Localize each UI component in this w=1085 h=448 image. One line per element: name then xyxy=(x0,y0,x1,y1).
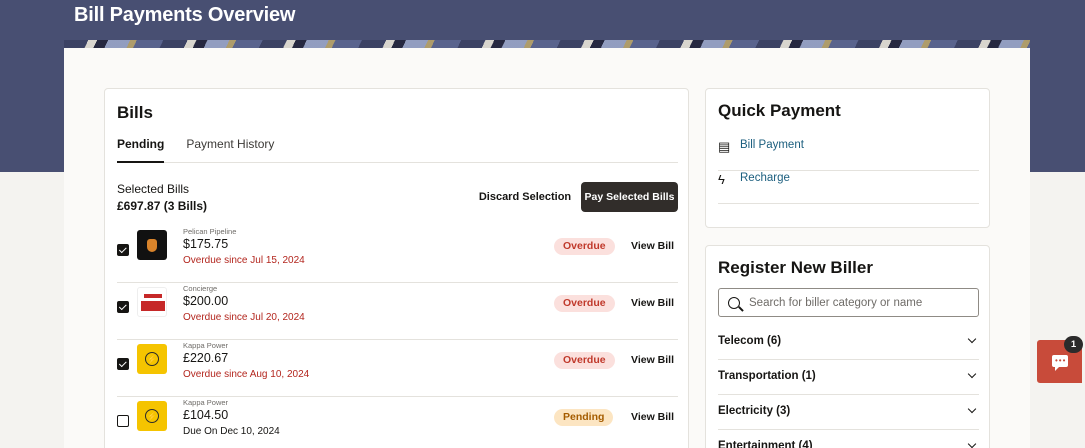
bill-due-text: Overdue since Jul 15, 2024 xyxy=(183,255,305,266)
quick-payment-label: Recharge xyxy=(740,172,790,184)
bills-title: Bills xyxy=(117,103,153,122)
status-badge: Overdue xyxy=(554,295,615,312)
chevron-down-icon xyxy=(967,404,977,414)
category-telecom[interactable]: Telecom (6) xyxy=(718,325,979,360)
chevron-down-icon xyxy=(967,369,977,379)
view-bill-link[interactable]: View Bill xyxy=(631,354,674,366)
bill-amount: £104.50 xyxy=(183,408,229,422)
selected-bills-total: £697.87 (3 Bills) xyxy=(117,199,208,213)
bill-icon: ▤ xyxy=(718,139,731,154)
status-badge: Overdue xyxy=(554,238,615,255)
register-biller-card: Register New Biller Telecom (6) Transpor… xyxy=(705,245,990,448)
biller-name: Concierge xyxy=(183,284,218,293)
pelican-logo xyxy=(137,230,167,260)
category-label: Entertainment (4) xyxy=(718,440,813,448)
quick-payment-recharge[interactable]: ϟ Recharge xyxy=(718,171,979,204)
bill-due-text: Due On Dec 10, 2024 xyxy=(183,426,280,437)
quick-payment-card: Quick Payment ▤ Bill Payment ϟ Recharge xyxy=(705,88,990,228)
bill-amount: $175.75 xyxy=(183,237,229,251)
bills-card: Bills Pending Payment History Selected B… xyxy=(104,88,689,448)
status-badge: Pending xyxy=(554,409,614,426)
category-label: Electricity (3) xyxy=(718,405,791,417)
biller-name: Kappa Power xyxy=(183,341,229,350)
bill-row: Concierge $200.00 Overdue since Jul 20, … xyxy=(117,284,678,340)
view-bill-link[interactable]: View Bill xyxy=(631,240,674,252)
tab-payment-history[interactable]: Payment History xyxy=(186,137,274,163)
biller-search xyxy=(718,288,979,317)
category-label: Telecom (6) xyxy=(718,335,782,347)
selected-bills-label: Selected Bills xyxy=(117,182,190,196)
concierge-logo xyxy=(137,287,167,317)
bill-row: ⚡ Kappa Power £104.50 Due On Dec 10, 202… xyxy=(117,398,678,448)
bill-checkbox[interactable] xyxy=(117,358,129,370)
chevron-down-icon xyxy=(967,334,977,344)
biller-name: Kappa Power xyxy=(183,398,229,407)
biller-search-input[interactable] xyxy=(749,296,969,309)
bill-due-text: Overdue since Jul 20, 2024 xyxy=(183,312,305,323)
quick-payment-title: Quick Payment xyxy=(718,101,841,120)
category-electricity[interactable]: Electricity (3) xyxy=(718,395,979,430)
pay-selected-bills-button[interactable]: Pay Selected Bills xyxy=(581,182,678,212)
bill-row: Pelican Pipeline $175.75 Overdue since J… xyxy=(117,227,678,283)
chevron-down-icon xyxy=(967,439,977,448)
bill-amount: £220.67 xyxy=(183,351,229,365)
quick-payment-label: Bill Payment xyxy=(740,139,804,151)
search-icon xyxy=(728,296,740,309)
biller-name: Pelican Pipeline xyxy=(183,227,237,236)
category-entertainment[interactable]: Entertainment (4) xyxy=(718,430,979,448)
kappa-power-logo: ⚡ xyxy=(137,344,167,374)
chat-dots: ••• xyxy=(1055,356,1067,365)
category-label: Transportation (1) xyxy=(718,370,816,382)
status-badge: Overdue xyxy=(554,352,615,369)
register-biller-title: Register New Biller xyxy=(718,258,873,277)
bills-tabs: Pending Payment History xyxy=(117,137,678,163)
bill-checkbox[interactable] xyxy=(117,301,129,313)
bill-due-text: Overdue since Aug 10, 2024 xyxy=(183,369,310,380)
page-title: Bill Payments Overview xyxy=(74,4,296,26)
lightning-icon: ϟ xyxy=(718,172,725,187)
tab-pending[interactable]: Pending xyxy=(117,137,165,163)
chat-notification-badge: 1 xyxy=(1064,336,1083,353)
bill-amount: $200.00 xyxy=(183,294,229,308)
view-bill-link[interactable]: View Bill xyxy=(631,297,674,309)
bill-checkbox[interactable] xyxy=(117,244,129,256)
view-bill-link[interactable]: View Bill xyxy=(631,411,674,423)
kappa-power-logo: ⚡ xyxy=(137,401,167,431)
bill-row: ⚡ Kappa Power £220.67 Overdue since Aug … xyxy=(117,341,678,397)
category-transportation[interactable]: Transportation (1) xyxy=(718,360,979,395)
quick-payment-bill-payment[interactable]: ▤ Bill Payment xyxy=(718,138,979,171)
bill-checkbox[interactable] xyxy=(117,415,129,427)
discard-selection-button[interactable]: Discard Selection xyxy=(475,185,575,209)
